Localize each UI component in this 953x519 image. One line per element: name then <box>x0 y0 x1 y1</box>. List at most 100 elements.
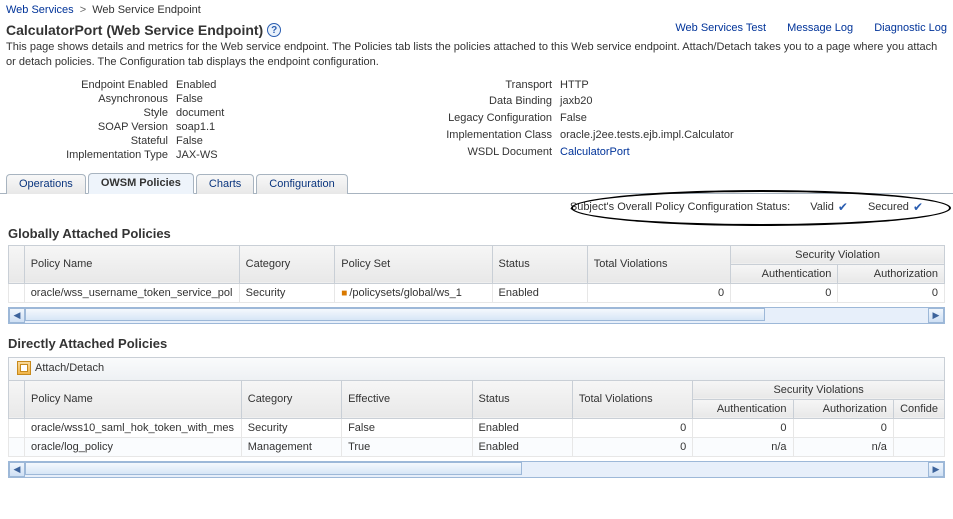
tab-configuration[interactable]: Configuration <box>256 174 347 194</box>
cell-authorization: n/a <box>793 437 893 456</box>
cell-effective: False <box>342 418 472 437</box>
breadcrumb-separator: > <box>80 4 86 16</box>
col-category[interactable]: Category <box>241 380 341 418</box>
scroll-right-icon[interactable]: ▶ <box>928 308 944 323</box>
policy-set-icon: ■ <box>341 288 347 299</box>
col-policy-name[interactable]: Policy Name <box>24 245 239 283</box>
cell-status: Enabled <box>472 418 572 437</box>
properties-panel: Endpoint EnabledEnabled AsynchronousFals… <box>0 78 953 168</box>
breadcrumb-root[interactable]: Web Services <box>6 4 74 16</box>
cell-policy-set-text: /policysets/global/ws_1 <box>349 287 462 299</box>
global-policies-table: Policy Name Category Policy Set Status T… <box>8 245 945 303</box>
col-total-violations[interactable]: Total Violations <box>572 380 692 418</box>
webservices-test-link[interactable]: Web Services Test <box>675 22 766 34</box>
scroll-thumb[interactable] <box>25 308 765 321</box>
scroll-track[interactable] <box>25 462 928 477</box>
col-category[interactable]: Category <box>239 245 335 283</box>
col-total-violations[interactable]: Total Violations <box>587 245 730 283</box>
breadcrumb-current: Web Service Endpoint <box>92 4 201 16</box>
properties-right: TransportHTTP Data Bindingjaxb20 Legacy … <box>420 78 947 162</box>
cell-confidentiality <box>893 437 944 456</box>
col-security-violations-group: Security Violations <box>693 380 945 399</box>
attach-detach-label: Attach/Detach <box>35 362 104 374</box>
table-row[interactable]: oracle/wss_username_token_service_pol Se… <box>9 283 945 302</box>
policy-status-label: Subject's Overall Policy Configuration S… <box>570 201 790 213</box>
table-row[interactable]: oracle/log_policy Management True Enable… <box>9 437 945 456</box>
prop-value-impl-type: JAX-WS <box>176 148 420 162</box>
tab-owsm-policies[interactable]: OWSM Policies <box>88 173 194 194</box>
col-policy-name[interactable]: Policy Name <box>25 380 242 418</box>
cell-authorization: 0 <box>793 418 893 437</box>
col-status[interactable]: Status <box>492 245 587 283</box>
col-icon <box>9 380 25 418</box>
cell-authentication: 0 <box>731 283 838 302</box>
breadcrumb: Web Services > Web Service Endpoint <box>0 0 953 20</box>
cell-policy-name: oracle/log_policy <box>25 437 242 456</box>
col-authentication[interactable]: Authentication <box>731 264 838 283</box>
scroll-right-icon[interactable]: ▶ <box>928 462 944 477</box>
prop-value-transport: HTTP <box>560 78 947 95</box>
prop-label-data-binding: Data Binding <box>420 94 560 111</box>
prop-value-legacy-config: False <box>560 111 947 128</box>
col-confidentiality[interactable]: Confide <box>893 399 944 418</box>
help-icon[interactable]: ? <box>267 23 281 37</box>
prop-value-endpoint-enabled: Enabled <box>176 78 420 92</box>
col-policy-set[interactable]: Policy Set <box>335 245 492 283</box>
col-security-violation-group: Security Violation <box>731 245 945 264</box>
prop-label-asynchronous: Asynchronous <box>6 92 176 106</box>
prop-value-wsdl-document: CalculatorPort <box>560 145 947 162</box>
scroll-track[interactable] <box>25 308 928 323</box>
prop-value-impl-class: oracle.j2ee.tests.ejb.impl.Calculator <box>560 128 947 145</box>
wsdl-document-link[interactable]: CalculatorPort <box>560 146 630 158</box>
row-icon <box>9 418 25 437</box>
prop-value-asynchronous: False <box>176 92 420 106</box>
scroll-left-icon[interactable]: ◀ <box>9 308 25 323</box>
policy-status-row: Subject's Overall Policy Configuration S… <box>0 194 953 224</box>
row-icon <box>9 283 25 302</box>
cell-authorization: 0 <box>838 283 945 302</box>
cell-authentication: n/a <box>693 437 793 456</box>
col-authentication[interactable]: Authentication <box>693 399 793 418</box>
message-log-link[interactable]: Message Log <box>787 22 853 34</box>
cell-authentication: 0 <box>693 418 793 437</box>
cell-category: Security <box>241 418 341 437</box>
row-icon <box>9 437 25 456</box>
attach-detach-icon <box>17 361 31 375</box>
properties-left: Endpoint EnabledEnabled AsynchronousFals… <box>6 78 420 162</box>
tab-operations[interactable]: Operations <box>6 174 86 194</box>
cell-policy-name: oracle/wss10_saml_hok_token_with_mes <box>25 418 242 437</box>
attach-detach-button[interactable]: Attach/Detach <box>13 360 108 376</box>
direct-table-scrollbar[interactable]: ◀ ▶ <box>8 461 945 478</box>
col-authorization[interactable]: Authorization <box>793 399 893 418</box>
prop-label-wsdl-document: WSDL Document <box>420 145 560 162</box>
cell-policy-name: oracle/wss_username_token_service_pol <box>24 283 239 302</box>
page-title-text: CalculatorPort (Web Service Endpoint) <box>6 22 263 38</box>
cell-total-violations: 0 <box>572 437 692 456</box>
cell-confidentiality <box>893 418 944 437</box>
policy-status-secured: Secured ✔ <box>868 200 923 214</box>
diagnostic-log-link[interactable]: Diagnostic Log <box>874 22 947 34</box>
global-table-scrollbar[interactable]: ◀ ▶ <box>8 307 945 324</box>
scroll-thumb[interactable] <box>25 462 522 475</box>
cell-category: Management <box>241 437 341 456</box>
col-effective[interactable]: Effective <box>342 380 472 418</box>
check-icon: ✔ <box>913 200 923 214</box>
prop-value-stateful: False <box>176 134 420 148</box>
prop-label-endpoint-enabled: Endpoint Enabled <box>6 78 176 92</box>
policy-status-secured-text: Secured <box>868 201 909 213</box>
table-row[interactable]: oracle/wss10_saml_hok_token_with_mes Sec… <box>9 418 945 437</box>
cell-status: Enabled <box>492 283 587 302</box>
cell-status: Enabled <box>472 437 572 456</box>
prop-label-transport: Transport <box>420 78 560 95</box>
page-title: CalculatorPort (Web Service Endpoint) ? <box>6 22 281 38</box>
scroll-left-icon[interactable]: ◀ <box>9 462 25 477</box>
prop-label-legacy-config: Legacy Configuration <box>420 111 560 128</box>
prop-label-impl-class: Implementation Class <box>420 128 560 145</box>
col-authorization[interactable]: Authorization <box>838 264 945 283</box>
cell-effective: True <box>342 437 472 456</box>
cell-policy-set: ■/policysets/global/ws_1 <box>335 283 492 302</box>
tabs: Operations OWSM Policies Charts Configur… <box>0 172 953 194</box>
policy-status-valid: Valid ✔ <box>810 200 848 214</box>
tab-charts[interactable]: Charts <box>196 174 254 194</box>
col-status[interactable]: Status <box>472 380 572 418</box>
